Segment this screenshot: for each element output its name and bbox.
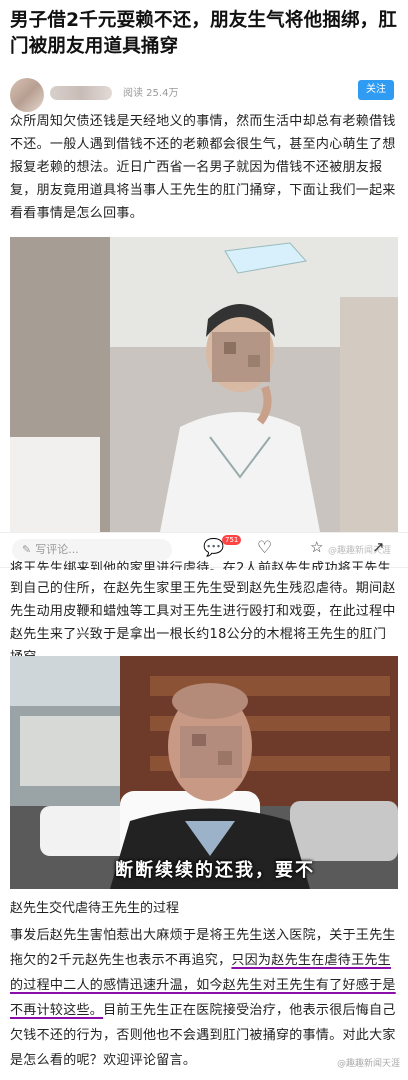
street-photo [10, 656, 398, 889]
article-paragraph-3: 事发后赵先生害怕惹出大麻烦于是将王先生送入医院，关于王先生拖欠的2千元赵先生也表… [10, 923, 398, 1073]
watermark: @趣趣新闻天涯 [336, 1059, 400, 1069]
article-image-suspect[interactable] [10, 656, 398, 889]
avatar[interactable] [10, 78, 44, 112]
video-subtitle: 断断续续的还我，要不 [115, 860, 315, 881]
read-count: 阅读 25.4万 [123, 88, 179, 99]
comment-count-badge: 751 [222, 535, 242, 545]
article-paragraph-1: 众所周知欠债还钱是天经地义的事情，然而生活中却总有老赖借钱不还。一般人遇到借钱不… [10, 114, 396, 221]
author-row: 阅读 25.4万 关注 [10, 76, 400, 112]
image-caption: 赵先生交代虐待王先生的过程 [10, 901, 180, 916]
article-image-doctor[interactable] [10, 237, 398, 532]
doctor-photo [10, 237, 398, 532]
follow-button[interactable]: 关注 [358, 80, 394, 100]
article-title: 男子借2千元耍赖不还，朋友生气将他捆绑，肛门被朋友用道具捅穿 [10, 10, 398, 57]
article-paragraph-partial: 将王先生绑来到他的家里进行虐待。在2人前赵先生成功将王先生绑来 [10, 561, 391, 570]
author-name-blurred [50, 86, 112, 100]
